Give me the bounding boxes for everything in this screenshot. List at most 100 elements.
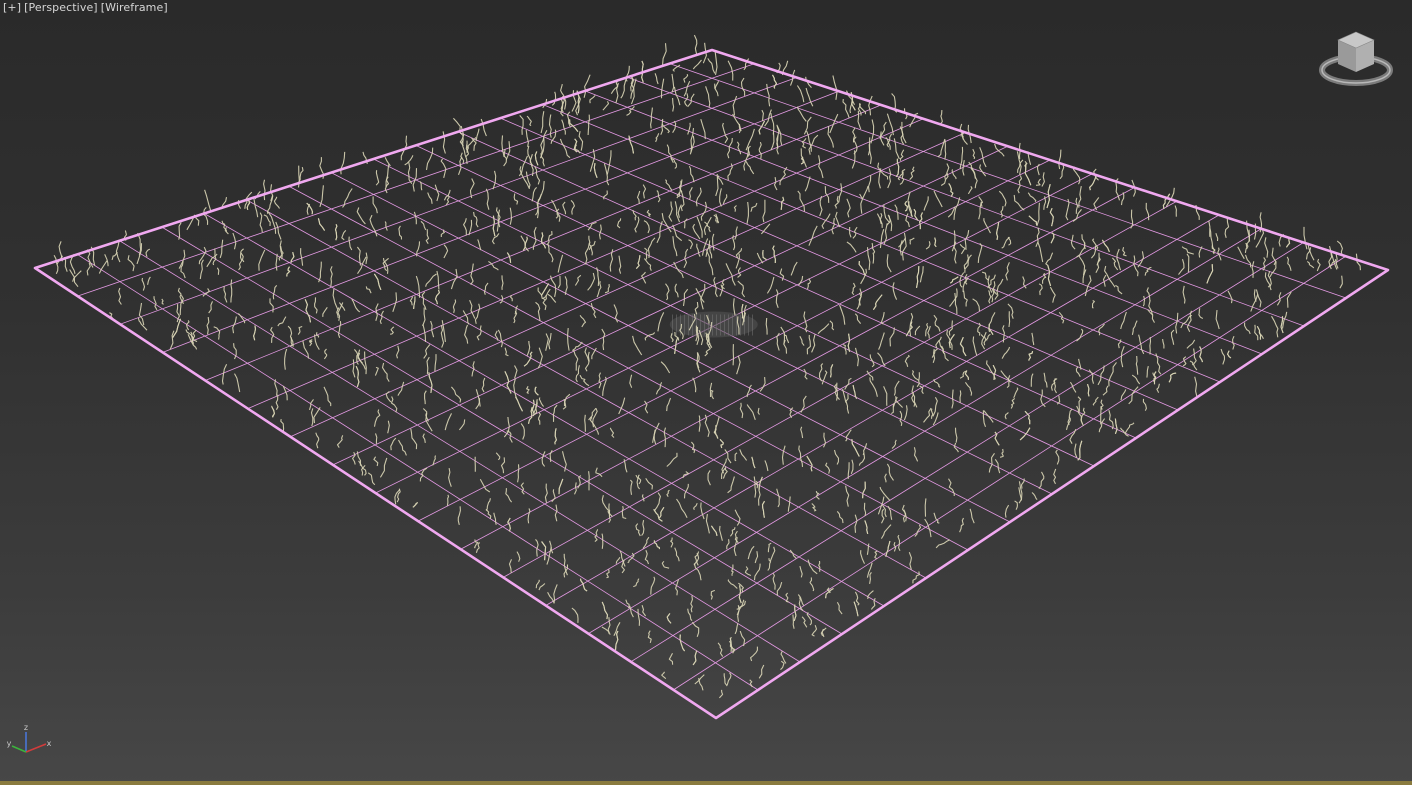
hair-strand	[647, 237, 656, 258]
hair-strand	[692, 59, 702, 70]
hair-strand	[520, 423, 525, 440]
hair-strand	[223, 286, 228, 303]
hair-strand	[238, 253, 243, 271]
hair-strand	[1271, 315, 1279, 338]
hair-strand	[693, 551, 700, 566]
hair-strand	[675, 579, 680, 596]
hair-strand	[775, 289, 779, 308]
hair-strand	[413, 211, 417, 225]
hair-strand	[387, 420, 390, 434]
hair-strand	[885, 540, 891, 557]
perspective-viewport[interactable]: [+] [Perspective] [Wireframe] z x y	[0, 0, 1412, 785]
hair-strand	[762, 249, 767, 261]
hair-strand	[959, 336, 967, 357]
hair-strand	[505, 141, 511, 161]
hair-strand	[793, 604, 797, 622]
hair-strand	[601, 601, 609, 620]
viewport-menu-button[interactable]: [+]	[3, 1, 21, 14]
hair-strand	[275, 221, 282, 240]
hair-strand	[1142, 295, 1146, 307]
hair-strand	[818, 363, 824, 382]
hair-strand	[635, 523, 641, 537]
hair-strand	[1031, 492, 1038, 500]
hair-strand	[520, 482, 525, 495]
hair-strand	[891, 439, 897, 449]
hair-strand	[756, 252, 764, 264]
hair-strand	[959, 146, 964, 170]
hair-strand	[758, 489, 761, 506]
hair-strand	[834, 195, 839, 209]
hair-strand	[913, 447, 919, 462]
hair-strand	[737, 280, 746, 298]
hair-strand	[567, 328, 570, 351]
hair-strand	[1220, 348, 1226, 365]
scene-wireframe[interactable]	[0, 0, 1412, 785]
hair-strand	[1013, 194, 1025, 211]
hair-strand	[365, 286, 372, 294]
hair-strand	[458, 419, 466, 431]
axis-y-label: y	[7, 739, 12, 748]
hair-strand	[614, 630, 619, 651]
hair-strand	[692, 377, 697, 393]
hair-strand	[862, 481, 866, 499]
hair-strand	[1227, 290, 1233, 304]
hair-strand	[738, 585, 742, 604]
hair-strand	[513, 378, 517, 398]
hair-strand	[727, 476, 735, 494]
hair-strand	[590, 240, 596, 256]
hair-strand	[1237, 246, 1245, 260]
hair-strand	[948, 183, 954, 197]
hair-strand	[313, 407, 321, 424]
hair-strand	[845, 485, 850, 507]
hair-strand	[1010, 397, 1016, 409]
hair-strand	[232, 232, 237, 250]
hair-strand	[880, 524, 892, 539]
hair-strand	[799, 565, 803, 578]
hair-strand	[959, 390, 962, 403]
hair-strand	[573, 349, 579, 371]
hair-strand	[664, 179, 673, 191]
hair-strand	[757, 407, 760, 415]
hair-strand	[1156, 383, 1160, 393]
hair-strand	[854, 347, 859, 367]
hair-strand	[732, 113, 742, 134]
hair-strand	[650, 576, 656, 595]
hair-strand	[606, 569, 610, 579]
hair-strand	[879, 486, 891, 501]
hair-strand	[598, 372, 602, 389]
hair-strand	[715, 173, 719, 197]
hair-strand	[925, 322, 929, 337]
hair-strand	[1035, 178, 1042, 186]
hair-strand	[1198, 246, 1203, 258]
hair-strand	[590, 302, 597, 319]
hair-strand	[727, 579, 738, 589]
viewcube-icon[interactable]	[1318, 28, 1396, 92]
hair-strand	[846, 241, 857, 253]
hair-strand	[985, 333, 991, 341]
hair-strand	[666, 452, 678, 467]
hair-strand	[412, 502, 419, 508]
hair-strand	[526, 340, 531, 356]
hair-strand	[519, 115, 524, 135]
hair-strand	[851, 439, 860, 457]
hair-strand	[633, 578, 640, 588]
hair-strand	[434, 184, 440, 202]
hair-strand	[322, 306, 328, 317]
hair-strand	[561, 119, 566, 135]
hair-strand	[753, 476, 757, 498]
shading-mode-button[interactable]: [Wireframe]	[101, 1, 168, 14]
hair-strand	[632, 335, 643, 356]
hair-strand	[118, 287, 122, 305]
hair-strand	[425, 413, 433, 432]
hair-strand	[1000, 206, 1004, 218]
hair-strand	[1224, 218, 1230, 238]
view-mode-button[interactable]: [Perspective]	[24, 1, 98, 14]
hair-strand	[707, 58, 716, 74]
hair-strand	[892, 282, 898, 300]
hair-strand	[1285, 238, 1291, 248]
hair-strand	[981, 271, 990, 281]
hair-strand	[147, 276, 151, 285]
hair-strand	[216, 267, 220, 275]
hair-strand	[734, 452, 738, 462]
hair-strand	[436, 270, 440, 290]
